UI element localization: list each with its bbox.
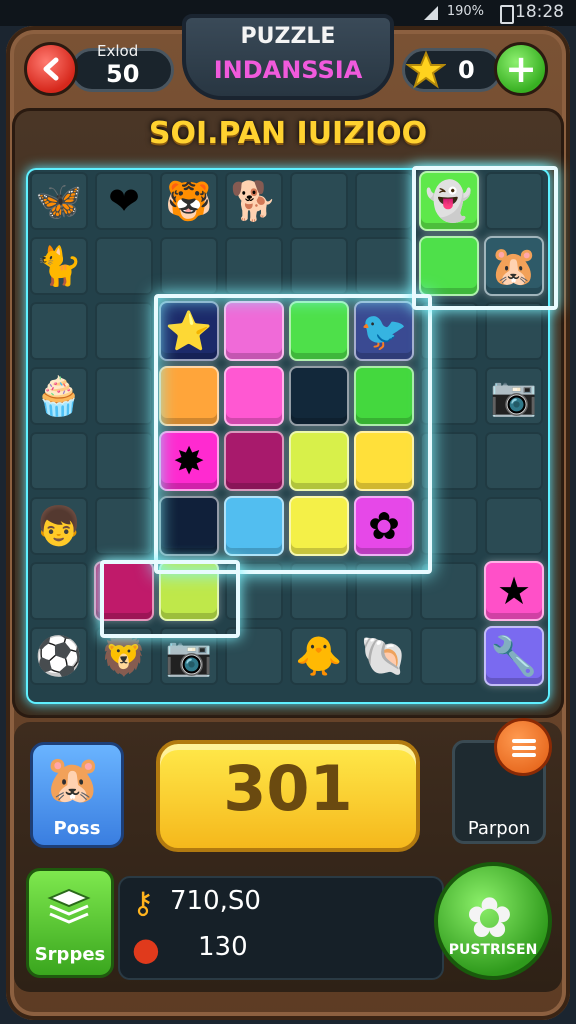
ball-piece[interactable]: ⚽ [29, 626, 89, 686]
menu-bar-icon [512, 739, 536, 743]
pass-label: Poss [53, 818, 101, 839]
selection-highlight-3 [412, 166, 558, 310]
board-cell[interactable] [95, 432, 153, 490]
board-cell[interactable] [30, 302, 88, 360]
battery-icon [500, 5, 514, 24]
apples-value: 130 [198, 932, 248, 962]
level-subtitle: SOI.PAN IUIZIOO [148, 116, 428, 151]
game-subtitle: INDANSSIA [213, 56, 363, 84]
board-cell[interactable] [95, 237, 153, 295]
signal-icon [424, 6, 438, 20]
back-arrow-icon [43, 57, 59, 81]
boy-piece[interactable]: 👦 [29, 496, 89, 556]
layers-icon [47, 888, 91, 924]
board-cell[interactable] [485, 432, 543, 490]
network-status: 190% [446, 4, 484, 19]
board-cell[interactable] [420, 627, 478, 685]
tiger-piece[interactable]: 🐯 [159, 171, 219, 231]
board-cell[interactable] [355, 172, 413, 230]
star-badge-piece[interactable]: ★ [484, 561, 544, 621]
board-cell[interactable] [485, 497, 543, 555]
board-cell[interactable] [95, 497, 153, 555]
dog-piece[interactable]: 🐕 [224, 171, 284, 231]
star-icon [406, 50, 446, 89]
menu-bar-icon [512, 746, 536, 750]
plus-icon: + [505, 47, 537, 91]
settings-label: PUSTRISEN [448, 942, 538, 958]
moves-value: 50 [106, 60, 140, 88]
board-cell[interactable] [30, 562, 88, 620]
game-title: PUZZLE [240, 24, 336, 49]
parpon-label: Parpon [467, 818, 531, 839]
score-value: 301 [223, 752, 353, 825]
keys-value: 710,S0 [170, 886, 261, 916]
shell-piece[interactable]: 🐚 [354, 626, 414, 686]
back-button[interactable] [24, 42, 78, 96]
hamster-icon: 🐹 [44, 752, 102, 806]
selection-highlight [154, 294, 432, 574]
cat-piece[interactable]: 🐈 [29, 236, 89, 296]
tool-piece[interactable]: 🔧 [484, 626, 544, 686]
board-cell[interactable] [485, 302, 543, 360]
key-icon: ⚷ [132, 886, 154, 921]
board-cell[interactable] [225, 237, 283, 295]
add-stars-button[interactable]: + [494, 42, 548, 96]
board-cell[interactable] [95, 302, 153, 360]
menu-bar-icon [512, 753, 536, 757]
board-cell[interactable] [160, 237, 218, 295]
board-cell[interactable] [290, 172, 348, 230]
heart-piece[interactable]: ❤ [94, 171, 154, 231]
board-cell[interactable] [95, 367, 153, 425]
apple-icon: ● [132, 930, 160, 968]
board-cell[interactable] [355, 237, 413, 295]
resources-panel [118, 876, 444, 980]
selection-highlight-2 [100, 560, 240, 638]
chick-piece[interactable]: 🐥 [289, 626, 349, 686]
stars-value: 0 [458, 56, 475, 84]
menu-button[interactable] [494, 718, 552, 776]
clock: 18:28 [515, 2, 564, 22]
butterfly-piece[interactable]: 🦋 [29, 171, 89, 231]
moves-label: Exlod [97, 42, 139, 60]
camera-piece[interactable]: 📷 [484, 366, 544, 426]
cup-piece[interactable]: 🧁 [29, 366, 89, 426]
board-cell[interactable] [30, 432, 88, 490]
board-cell[interactable] [290, 237, 348, 295]
shapes-label: Srppes [34, 944, 106, 965]
